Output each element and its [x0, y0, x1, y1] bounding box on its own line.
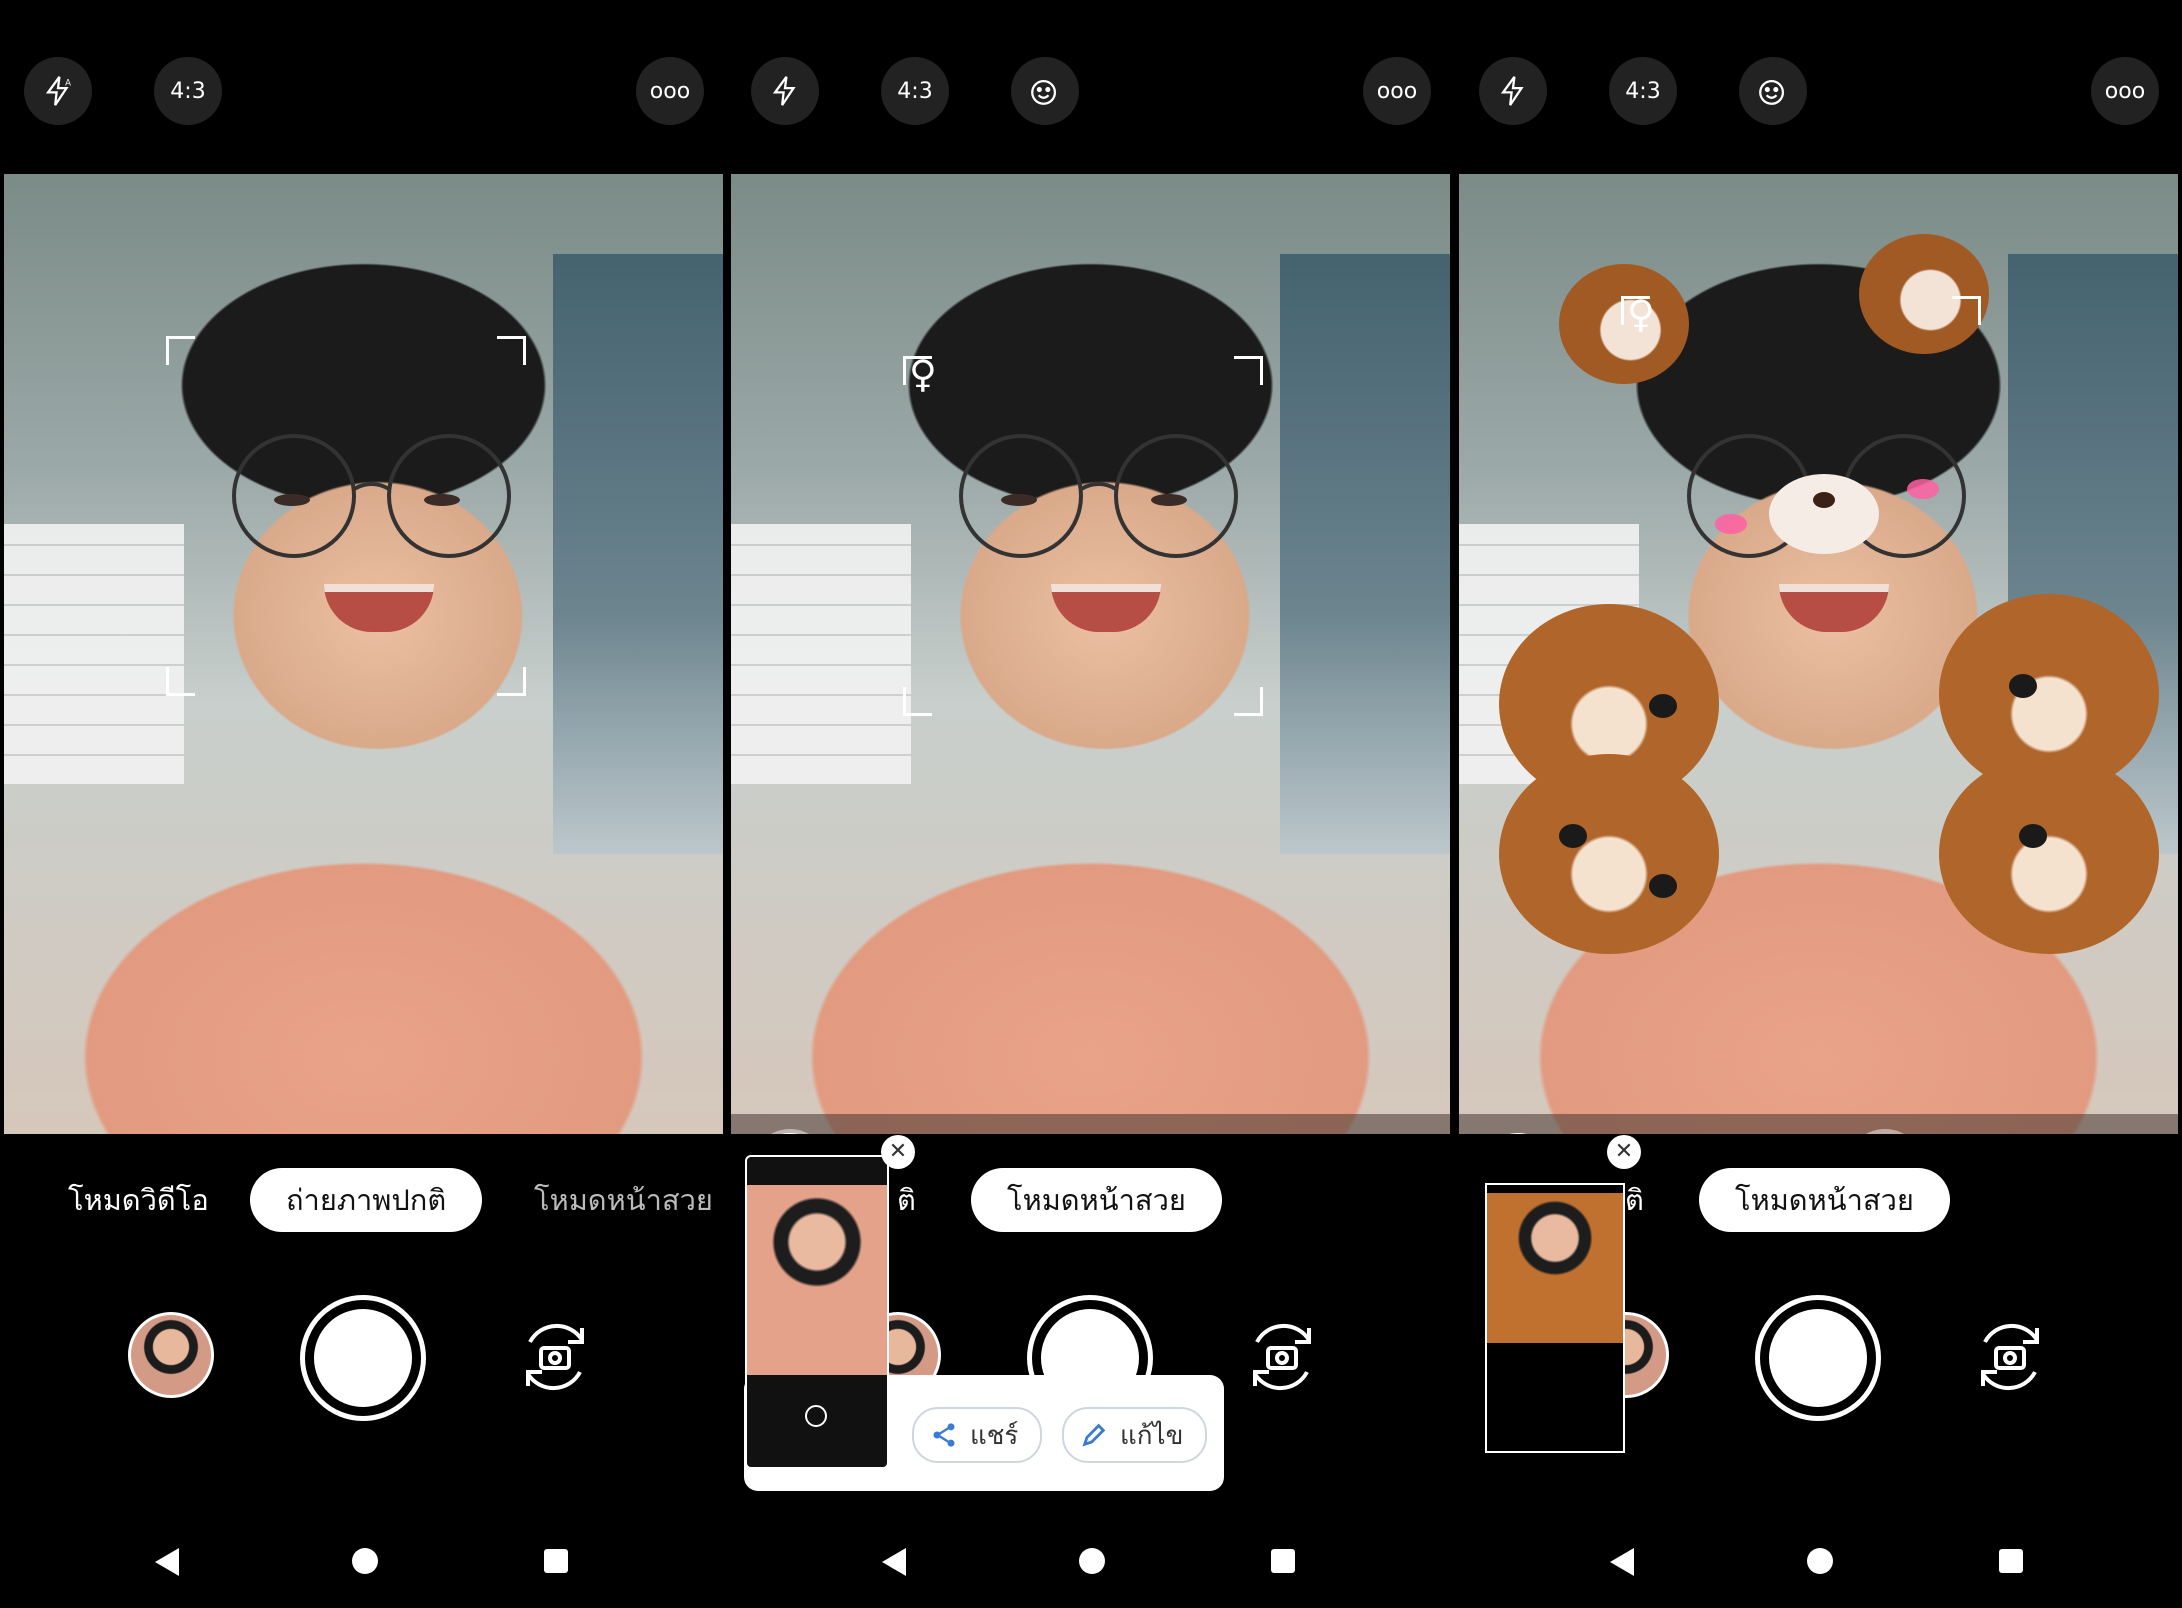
face-detect-button[interactable] — [1739, 57, 1807, 125]
system-nav-bar — [1455, 1540, 2182, 1590]
switch-camera-icon[interactable] — [1965, 1312, 2055, 1402]
sticker-panel: 👩‍✈️ 🎈 🐻 🐱 🐨 — [731, 1114, 1450, 1134]
aspect-ratio-button[interactable]: 4:3 — [154, 57, 222, 125]
flash-icon — [772, 76, 796, 106]
bear-face-icon[interactable]: 🐻 — [1118, 1129, 1196, 1134]
face-auto-icon — [1031, 79, 1057, 105]
female-icon: ♀ — [909, 352, 937, 396]
princess-cat-icon[interactable]: 🐱 — [1241, 1129, 1319, 1134]
blue-bear-icon[interactable]: 🐨 — [1363, 1129, 1441, 1134]
share-icon — [933, 1423, 955, 1447]
more-icon: ooo — [1376, 78, 1418, 104]
stewardess-icon[interactable]: 👩‍✈️ — [1601, 1129, 1679, 1134]
more-options-button[interactable]: ooo — [1363, 57, 1431, 125]
mode-video[interactable]: โหมดวิดีโอ — [68, 1168, 209, 1232]
sticker-list: 👩‍✈️ 🎈 🐻 🐱 🐨 — [1479, 1128, 2169, 1134]
mode-beauty[interactable]: โหมดหน้าสวย — [1699, 1168, 1950, 1232]
flash-icon — [1500, 76, 1524, 106]
stewardess-icon[interactable]: 👩‍✈️ — [873, 1129, 951, 1134]
camera-viewfinder[interactable]: ♀ 👩‍✈️ 🎈 🐻 🐱 🐨 — [731, 174, 1450, 1134]
aspect-ratio-button[interactable]: 4:3 — [1609, 57, 1677, 125]
system-nav-bar — [727, 1540, 1454, 1590]
camera-viewfinder[interactable] — [4, 174, 723, 1134]
mode-beauty[interactable]: โหมดหน้าสวย — [971, 1168, 1222, 1232]
none-icon — [1483, 1133, 1553, 1134]
bear-plush — [1499, 754, 1719, 954]
switch-camera-icon[interactable] — [1237, 1312, 1327, 1402]
camera-panel-bear-sticker: 4:3 ooo ♀ 👩‍✈️ 🎈 🐻 🐱 🐨 — [1455, 0, 2182, 1608]
flash-auto-button[interactable] — [751, 57, 819, 125]
recent-apps-icon[interactable] — [1271, 1549, 1295, 1573]
camera-viewfinder[interactable]: ♀ 👩‍✈️ 🎈 🐻 🐱 🐨 — [1459, 174, 2178, 1134]
mode-partial-label[interactable]: ติ — [1625, 1168, 1644, 1232]
more-options-button[interactable]: ooo — [2091, 57, 2159, 125]
gallery-thumbnail[interactable] — [128, 1312, 214, 1398]
pencil-icon — [1082, 1423, 1106, 1447]
mode-beauty[interactable]: โหมดหน้าสวย — [534, 1168, 713, 1232]
screenshot-image — [747, 1185, 887, 1375]
sticker-none-item[interactable] — [1479, 1129, 1557, 1134]
recent-apps-icon[interactable] — [1999, 1549, 2023, 1573]
bear-face-icon[interactable]: 🐻 — [1846, 1129, 1925, 1134]
flash-icon: A — [45, 76, 71, 106]
screenshot-preview[interactable] — [1485, 1183, 1625, 1453]
blue-bear-icon[interactable]: 🐨 — [2091, 1129, 2169, 1134]
switch-camera-icon[interactable] — [510, 1312, 600, 1402]
princess-cat-icon[interactable]: 🐱 — [1969, 1129, 2047, 1134]
home-icon[interactable] — [1079, 1548, 1105, 1574]
balloons-icon[interactable]: 🎈 — [996, 1129, 1074, 1134]
mode-selector: โหมดวิดีโอ ถ่ายภาพปกติ โหมดหน้าสวย — [0, 1160, 727, 1240]
face-focus-frame: ♀ — [1621, 292, 1981, 656]
flash-auto-button[interactable] — [1479, 57, 1547, 125]
back-icon[interactable] — [882, 1548, 906, 1576]
more-icon: ooo — [649, 78, 691, 104]
close-icon[interactable]: ✕ — [881, 1135, 915, 1169]
face-focus-frame — [166, 336, 526, 696]
home-icon[interactable] — [1807, 1548, 1833, 1574]
home-icon[interactable] — [352, 1548, 378, 1574]
bear-plush — [1939, 754, 2159, 954]
more-options-button[interactable]: ooo — [636, 57, 704, 125]
share-button[interactable]: แชร์ — [912, 1407, 1043, 1463]
aspect-ratio-button[interactable]: 4:3 — [881, 57, 949, 125]
shutter-button[interactable] — [1755, 1295, 1881, 1421]
system-nav-bar — [0, 1540, 727, 1590]
more-icon: ooo — [2104, 78, 2146, 104]
camera-panel-beauty-stickers: 4:3 ooo ♀ 👩‍✈️ 🎈 🐻 🐱 🐨 — [727, 0, 1454, 1608]
recent-apps-icon[interactable] — [544, 1549, 568, 1573]
shutter-button[interactable] — [300, 1295, 426, 1421]
screenshot-image — [1487, 1193, 1623, 1343]
screenshot-preview[interactable] — [745, 1155, 889, 1469]
face-focus-frame: ♀ — [903, 352, 1263, 716]
none-icon — [755, 1133, 825, 1134]
edit-button[interactable]: แก้ไข — [1062, 1407, 1208, 1463]
back-icon[interactable] — [1610, 1548, 1634, 1576]
close-icon[interactable]: ✕ — [1607, 1135, 1641, 1169]
face-detect-button[interactable] — [1011, 57, 1079, 125]
balloons-icon[interactable]: 🎈 — [1724, 1129, 1802, 1134]
face-auto-icon — [1759, 79, 1785, 105]
flash-auto-button[interactable]: A — [24, 57, 92, 125]
mode-partial-label[interactable]: ติ — [897, 1168, 916, 1232]
back-icon[interactable] — [155, 1548, 179, 1576]
sticker-panel: 👩‍✈️ 🎈 🐻 🐱 🐨 — [1459, 1114, 2178, 1134]
mode-normal-photo[interactable]: ถ่ายภาพปกติ — [250, 1168, 483, 1232]
sticker-none-item[interactable] — [751, 1129, 829, 1134]
svg-text:A: A — [65, 78, 71, 88]
sticker-list: 👩‍✈️ 🎈 🐻 🐱 🐨 — [751, 1128, 1441, 1134]
female-icon: ♀ — [1627, 292, 1655, 336]
camera-panel-normal: A 4:3 ooo โหมดวิดีโอ ถ่ายภาพปกติ โหมดหน้… — [0, 0, 727, 1608]
